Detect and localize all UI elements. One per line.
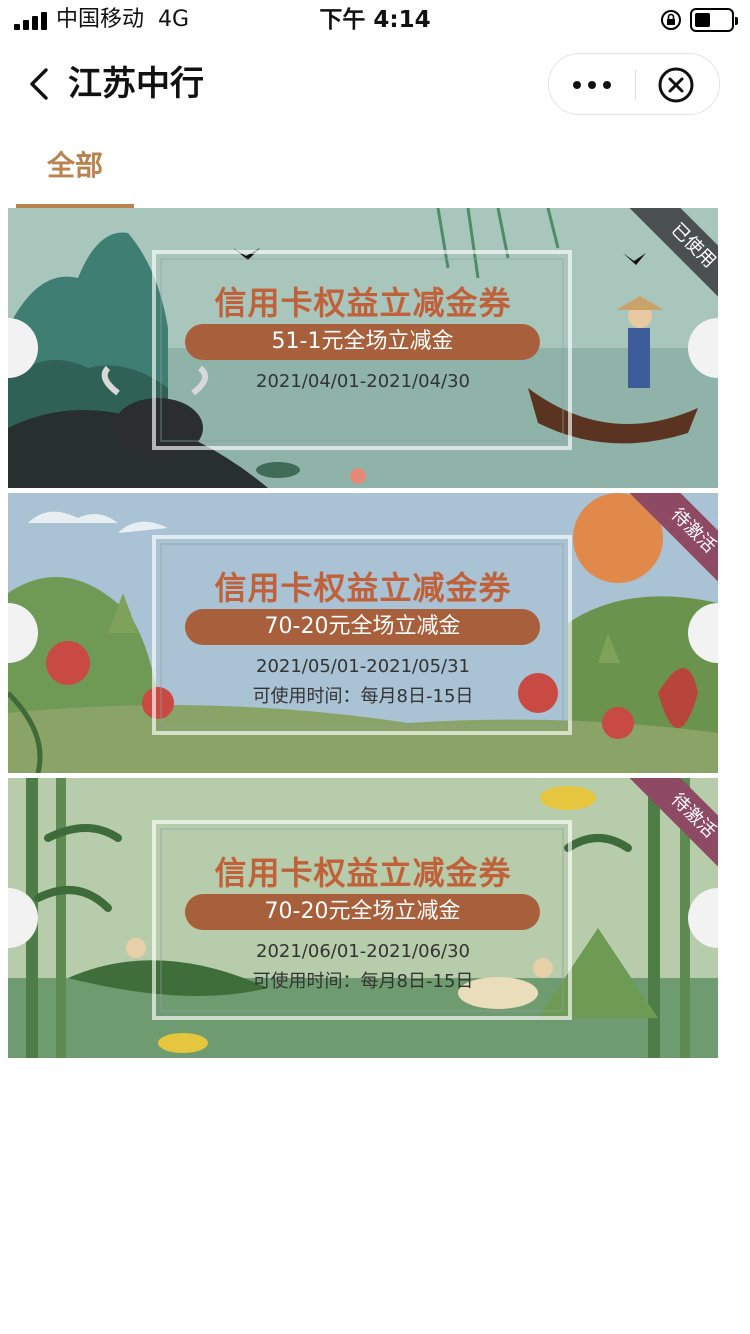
tab-bar: 全部 [0,130,750,208]
tab-all[interactable]: 全部 [16,130,134,208]
coupon-title: 信用卡权益立减金券 [214,284,512,322]
chevron-left-icon[interactable] [24,64,54,104]
coupon-title: 信用卡权益立减金券 [214,854,512,892]
nav-bar: 江苏中行 [0,40,750,130]
status-bar: 中国移动 4G 下午 4:14 [0,0,750,40]
tab-all-label: 全部 [46,149,103,182]
coupon-amount: 70-20元全场立减金 [185,609,540,645]
mini-program-capsule [548,53,720,115]
page-title: 江苏中行 [68,64,204,104]
coupon-card[interactable]: 信用卡权益立减金券 70-20元全场立减金 2021/05/01-2021/05… [8,493,718,773]
battery-icon [690,8,738,32]
status-time: 下午 4:14 [319,7,431,33]
rotation-lock-icon [661,10,681,30]
more-dots-icon[interactable] [549,54,635,116]
coupon-date-range: 2021/05/01-2021/05/31 [256,656,470,677]
coupon-date-range: 2021/04/01-2021/04/30 [256,371,470,392]
coupon-usage-time: 可使用时间：每月8日-15日 [252,686,474,707]
coupon-date-range: 2021/06/01-2021/06/30 [256,941,470,962]
coupon-amount: 70-20元全场立减金 [185,894,540,930]
coupon-card[interactable]: 信用卡权益立减金券 51-1元全场立减金 2021/04/01-2021/04/… [8,208,718,488]
battery-level [695,13,710,27]
close-circle-icon[interactable] [657,66,695,104]
coupon-card[interactable]: 信用卡权益立减金券 70-20元全场立减金 2021/06/01-2021/06… [8,778,718,1058]
coupon-title: 信用卡权益立减金券 [214,569,512,607]
capsule-divider [635,70,636,100]
coupon-amount: 51-1元全场立减金 [185,324,540,360]
coupon-usage-time: 可使用时间：每月8日-15日 [252,971,474,992]
